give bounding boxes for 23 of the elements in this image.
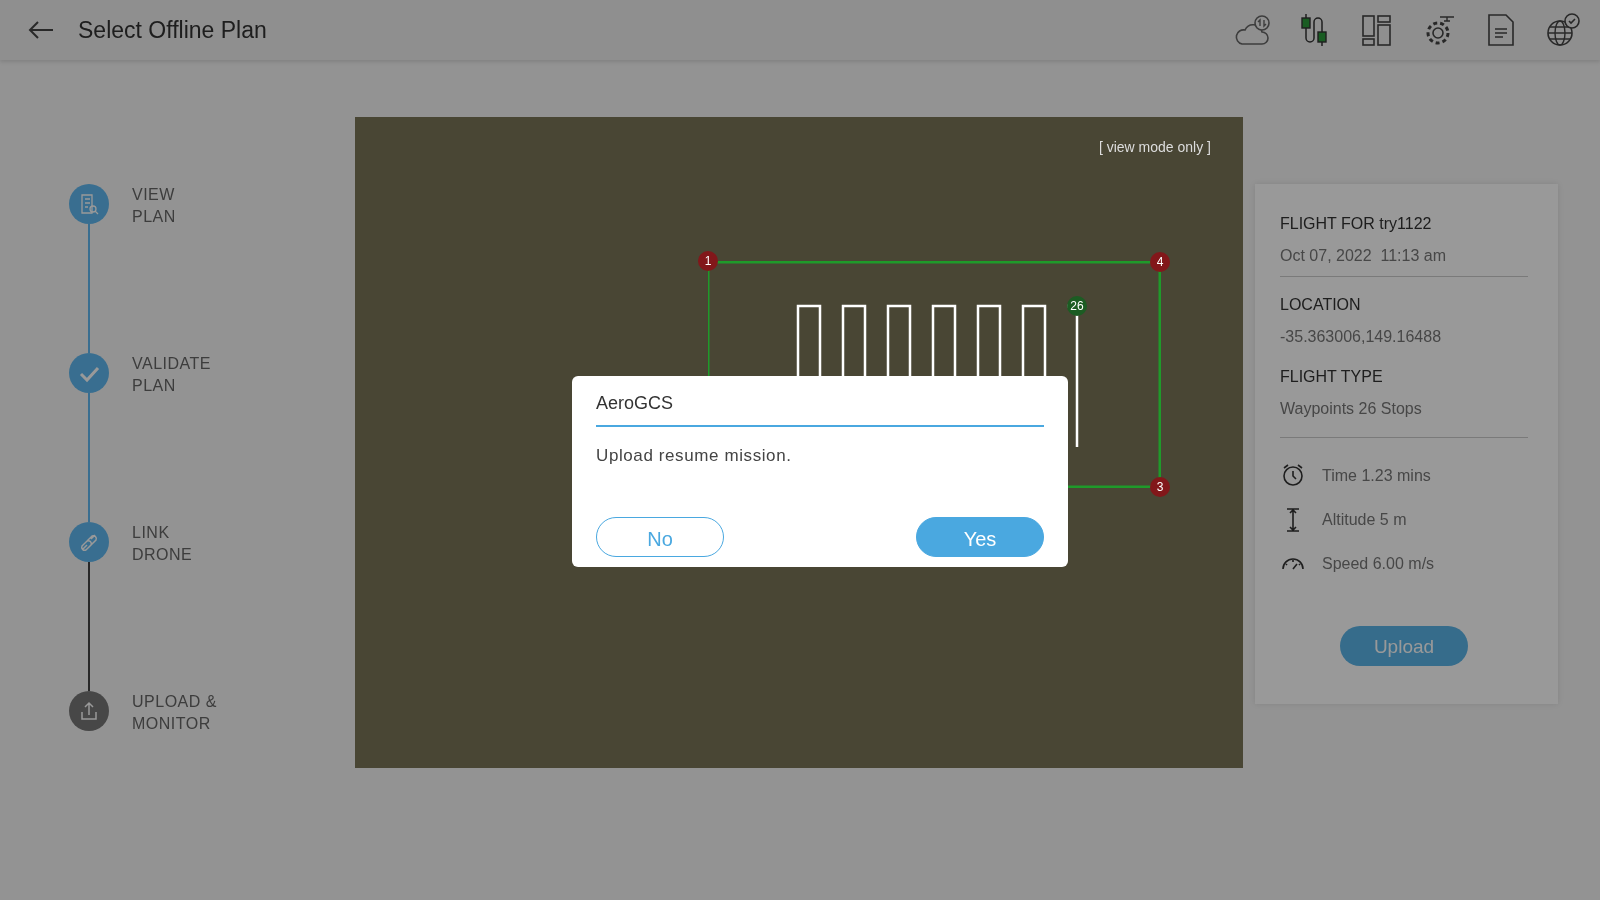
stat-text: Time 1.23 mins — [1322, 466, 1431, 486]
stat-text: Speed 6.00 m/s — [1322, 554, 1435, 574]
step-label: LINK DRONE — [131, 523, 193, 565]
page-title: Select Offline Plan — [78, 15, 267, 45]
section-value: -35.363006,149.16488 — [1280, 327, 1443, 347]
waypoint-marker[interactable]: 26 — [1067, 296, 1087, 316]
step-label: VIEW PLAN — [131, 185, 176, 227]
view-mode-label: [ view mode only ] — [1098, 138, 1211, 157]
dialog-title: AeroGCS — [596, 390, 1044, 427]
back-arrow-icon[interactable] — [28, 20, 54, 40]
section-label: FLIGHT TYPE — [1280, 367, 1384, 387]
dialog-message: Upload resume mission. — [596, 445, 793, 467]
stat-text: Altitude 5 m — [1322, 510, 1407, 530]
flight-title: FLIGHT FOR try1122 — [1280, 214, 1433, 234]
step-label: UPLOAD & MONITOR — [131, 692, 217, 734]
waypoint-marker[interactable]: 1 — [698, 251, 718, 271]
section-label: LOCATION — [1280, 295, 1362, 315]
section-value: Waypoints 26 Stops — [1280, 399, 1423, 419]
waypoint-marker[interactable]: 3 — [1150, 477, 1170, 497]
globe-check-icon[interactable] — [1544, 11, 1582, 49]
step-label: VALIDATE PLAN — [131, 354, 211, 396]
flight-date: Oct 07, 2022 11:13 am — [1280, 246, 1448, 266]
waypoint-marker[interactable]: 4 — [1150, 252, 1170, 272]
